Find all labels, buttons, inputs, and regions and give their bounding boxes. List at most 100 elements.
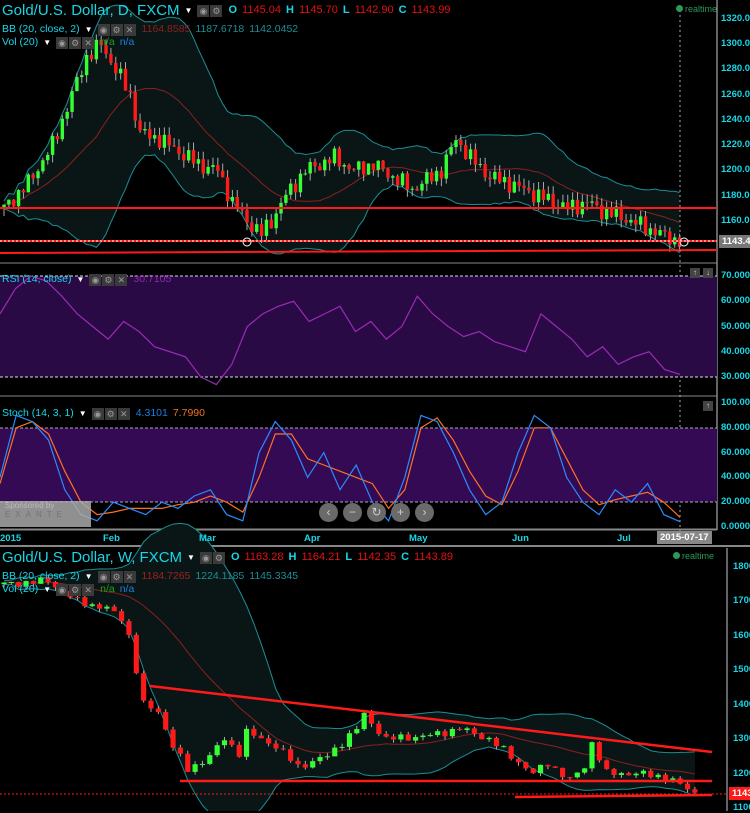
open-value: 1163.28 xyxy=(244,551,284,563)
daily-symbol-title[interactable]: Gold/U.S. Dollar, D, FXCM xyxy=(2,2,180,19)
weekly-candle xyxy=(413,737,419,741)
gear-icon[interactable]: ⚙ xyxy=(210,5,223,17)
vol-value-1: n/a xyxy=(100,36,115,48)
vol-label[interactable]: Vol (20) xyxy=(2,36,38,48)
chevron-down-icon[interactable]: ▼ xyxy=(79,409,87,418)
chevron-down-icon[interactable]: ▼ xyxy=(43,585,51,594)
daily-candle xyxy=(395,176,400,186)
daily-candle xyxy=(84,54,89,76)
sponsor-logo: EXANTE xyxy=(5,510,68,519)
vol-value-2: n/a xyxy=(119,583,135,595)
daily-candle xyxy=(12,199,16,207)
scroll-left-button[interactable]: ‹ xyxy=(319,503,338,522)
stoch.axis-axis-label: 20.0000 xyxy=(721,496,750,508)
daily-candle xyxy=(109,53,113,63)
daily-candle xyxy=(21,190,26,193)
weekly-candle xyxy=(324,756,330,758)
daily-candle xyxy=(250,222,254,232)
daily-candle xyxy=(70,91,74,112)
daily-candle xyxy=(177,146,181,155)
weekly.axis-axis-label: 1300.00 xyxy=(733,733,750,745)
daily-candle xyxy=(46,154,50,161)
eye-icon[interactable]: ◉ xyxy=(89,274,102,286)
weekly-candle xyxy=(618,773,624,775)
daily-candle xyxy=(595,201,599,206)
weekly-candle xyxy=(530,768,536,774)
rsi.axis-axis-label: 40.0000 xyxy=(721,345,750,357)
weekly-candle xyxy=(310,761,316,768)
sponsor-badge[interactable]: Sponsored by EXANTE xyxy=(0,501,91,527)
stoch-k-value: 4.3101 xyxy=(135,407,168,419)
daily-candle xyxy=(342,165,346,167)
weekly-candle xyxy=(648,770,654,778)
chevron-down-icon[interactable]: ▼ xyxy=(76,275,84,284)
gear-icon[interactable]: ⚙ xyxy=(69,584,82,596)
daily-candle xyxy=(517,181,521,186)
daily-candle xyxy=(41,160,45,172)
chevron-down-icon[interactable]: ▼ xyxy=(43,38,51,47)
daily-price-tag: 1143.44 xyxy=(719,235,750,248)
daily-candle xyxy=(420,183,424,191)
close-icon[interactable]: ✕ xyxy=(117,408,130,420)
stoch-label[interactable]: Stoch (14, 3, 1) xyxy=(2,407,74,419)
daily-candle xyxy=(498,171,502,183)
rsi-label[interactable]: RSI (14, close) xyxy=(2,273,71,285)
weekly-candle xyxy=(229,740,235,745)
daily-candle xyxy=(298,173,303,193)
weekly-candle xyxy=(545,764,551,767)
chevron-down-icon[interactable]: ▼ xyxy=(185,6,193,15)
weekly-symbol-title[interactable]: Gold/U.S. Dollar, W, FXCM xyxy=(2,549,182,566)
gear-icon[interactable]: ⚙ xyxy=(104,408,117,420)
weekly-candle xyxy=(141,673,147,701)
daily-candle xyxy=(332,148,337,164)
close-icon[interactable]: ✕ xyxy=(82,584,95,596)
weekly-candle xyxy=(427,735,433,737)
vol-label[interactable]: Vol (20) xyxy=(2,583,38,595)
weekly-candle xyxy=(684,783,691,790)
cursor-date-tag: 2015-07-17 xyxy=(657,531,712,544)
eye-icon[interactable]: ◉ xyxy=(56,584,69,596)
zoom-out-button[interactable]: − xyxy=(343,503,362,522)
daily.axis-axis-label: 1240.00 xyxy=(721,113,750,125)
eye-icon[interactable]: ◉ xyxy=(199,552,212,564)
zoom-in-button[interactable]: + xyxy=(391,503,410,522)
daily.axis-axis-label: 1300.00 xyxy=(721,38,750,50)
arrow-up-icon[interactable]: ↑ xyxy=(703,401,713,411)
daily-candle xyxy=(337,148,342,167)
scroll-right-button[interactable]: › xyxy=(415,503,434,522)
high-label: H xyxy=(288,551,297,563)
weekly-candle xyxy=(295,760,301,765)
weekly-candle xyxy=(383,733,389,737)
arrow-up-icon[interactable]: ↑ xyxy=(690,268,700,278)
chevron-down-icon[interactable]: ▼ xyxy=(187,553,195,562)
arrow-down-icon[interactable]: ↓ xyxy=(703,268,713,278)
daily-candle xyxy=(522,185,526,188)
weekly-candle xyxy=(596,742,602,761)
low-label: L xyxy=(345,551,353,563)
weekly-candle xyxy=(199,763,206,765)
vol-value-2: n/a xyxy=(119,36,135,48)
weekly-vol-legend: Vol (20) ▼ ◉ ⚙ ✕ n/a n/a xyxy=(2,580,134,598)
close-icon[interactable]: ✕ xyxy=(115,274,128,286)
weekly-candle xyxy=(515,758,522,763)
gear-icon[interactable]: ⚙ xyxy=(102,274,115,286)
reset-button[interactable]: ↻ xyxy=(367,503,386,522)
weekly.axis-axis-label: 1600.00 xyxy=(733,629,750,641)
daily-candle xyxy=(653,228,657,236)
weekly.axis-axis-label: 1700.00 xyxy=(733,595,750,607)
weekly-candle xyxy=(258,735,264,739)
eye-icon[interactable]: ◉ xyxy=(91,408,104,420)
gear-icon[interactable]: ⚙ xyxy=(212,552,225,564)
daily-candle xyxy=(590,201,594,203)
daily-candle xyxy=(463,145,468,160)
eye-icon[interactable]: ◉ xyxy=(56,37,69,49)
gear-icon[interactable]: ⚙ xyxy=(69,37,82,49)
eye-icon[interactable]: ◉ xyxy=(197,5,210,17)
close-icon[interactable]: ✕ xyxy=(82,37,95,49)
bb-mid-value: 1164.8585 xyxy=(141,23,191,35)
weekly-candle xyxy=(236,744,242,757)
daily-candle xyxy=(551,193,555,207)
high-label: H xyxy=(285,4,294,16)
vol-value-1: n/a xyxy=(100,583,115,595)
daily-candle xyxy=(478,164,482,166)
